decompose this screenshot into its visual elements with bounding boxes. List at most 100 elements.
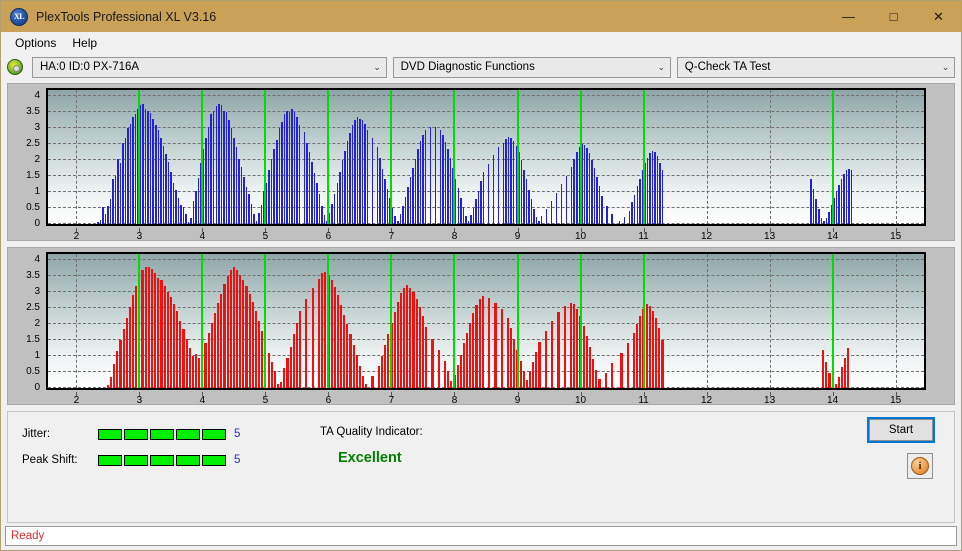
test-select[interactable]: Q-Check TA Test ⌄ bbox=[676, 56, 955, 78]
chart-bar bbox=[544, 331, 547, 388]
grid-line-horizontal bbox=[48, 95, 924, 97]
chart-bar bbox=[606, 205, 608, 224]
y-axis-tick-label: 3.5 bbox=[26, 106, 40, 118]
chart-bar bbox=[289, 346, 292, 388]
chart-bar bbox=[466, 333, 469, 388]
chart-bar bbox=[142, 104, 144, 224]
chart-bar bbox=[239, 274, 242, 388]
x-axis-tick bbox=[328, 228, 330, 232]
x-axis-tick bbox=[328, 392, 330, 396]
track-marker-line bbox=[453, 254, 456, 388]
chart-bar bbox=[116, 351, 119, 388]
disc-icon bbox=[7, 59, 23, 75]
meter-segment bbox=[124, 428, 148, 440]
x-axis-tick bbox=[832, 228, 834, 232]
chart-bar bbox=[339, 172, 341, 224]
chart-bar bbox=[207, 333, 210, 388]
grid-line-vertical bbox=[76, 90, 78, 224]
chart-bar bbox=[555, 192, 558, 224]
chart-bar bbox=[475, 305, 478, 388]
selector-toolbar: HA:0 ID:0 PX-716A ⌄ DVD Diagnostic Funct… bbox=[1, 54, 961, 80]
track-marker-line bbox=[138, 90, 141, 224]
jitter-chart-plot[interactable] bbox=[46, 88, 926, 226]
chart-bar bbox=[810, 179, 812, 224]
chart-bar bbox=[417, 149, 419, 224]
grid-line-horizontal bbox=[48, 143, 924, 145]
meter-segment bbox=[176, 454, 200, 466]
chart-bar bbox=[157, 277, 160, 388]
chart-bar bbox=[418, 306, 421, 388]
track-marker-line bbox=[138, 254, 141, 388]
chart-bar bbox=[399, 292, 402, 388]
peak-shift-value: 5 bbox=[234, 454, 241, 466]
chart-bar bbox=[149, 112, 152, 224]
peak-shift-chart-plot[interactable] bbox=[46, 252, 926, 390]
chart-bar bbox=[160, 279, 163, 388]
y-axis-tick-label: 4 bbox=[34, 254, 40, 266]
track-marker-line bbox=[831, 90, 834, 224]
chart-bar bbox=[472, 208, 475, 224]
chart-bar bbox=[313, 172, 316, 224]
chart-bar bbox=[333, 286, 336, 388]
y-axis-tick-label: 2 bbox=[34, 154, 40, 166]
chart-bar bbox=[384, 179, 386, 224]
chart-bar bbox=[261, 330, 264, 388]
chart-bar bbox=[414, 158, 417, 224]
chart-bar bbox=[152, 118, 154, 224]
chart-bar bbox=[525, 179, 528, 224]
chart-bar bbox=[467, 220, 470, 224]
chart-bar bbox=[185, 338, 188, 388]
chart-bar bbox=[412, 168, 414, 224]
chart-bar bbox=[215, 105, 218, 224]
chart-bar bbox=[645, 304, 648, 388]
x-axis-tick bbox=[265, 392, 267, 396]
x-axis-tick-label: 4 bbox=[199, 395, 206, 406]
chart-bar bbox=[192, 201, 195, 224]
chart-bar bbox=[117, 158, 119, 224]
chart-bar bbox=[243, 176, 245, 224]
chart-bar bbox=[460, 197, 462, 224]
menu-item-help[interactable]: Help bbox=[64, 34, 105, 52]
grid-line-horizontal bbox=[48, 307, 924, 309]
chart-bar bbox=[358, 365, 362, 388]
chart-bar bbox=[820, 217, 823, 224]
chart-bar bbox=[396, 301, 399, 388]
function-select[interactable]: DVD Diagnostic Functions ⌄ bbox=[392, 56, 671, 78]
x-axis-tick bbox=[76, 392, 78, 396]
chart-bar bbox=[439, 129, 442, 224]
chart-bar bbox=[250, 204, 253, 224]
chart-bar bbox=[823, 221, 825, 224]
info-button[interactable]: i bbox=[907, 453, 933, 479]
x-axis-tick bbox=[265, 228, 267, 232]
chart-bar bbox=[150, 269, 154, 388]
x-axis-tick-label: 15 bbox=[890, 395, 902, 406]
chart-bar bbox=[623, 216, 626, 224]
grid-line-horizontal bbox=[48, 275, 924, 277]
chart-bar bbox=[240, 167, 243, 224]
grid-line-vertical bbox=[895, 254, 897, 388]
track-marker-line bbox=[516, 90, 519, 224]
chart-bar bbox=[175, 189, 177, 224]
drive-select[interactable]: HA:0 ID:0 PX-716A ⌄ bbox=[32, 56, 387, 78]
minimize-button[interactable]: — bbox=[826, 1, 871, 32]
grid-line-horizontal bbox=[48, 159, 924, 161]
chart-bar bbox=[346, 324, 349, 388]
chart-bar bbox=[394, 216, 396, 224]
chart-bar bbox=[402, 206, 404, 224]
chart-bar bbox=[519, 360, 522, 388]
track-marker-line bbox=[516, 254, 519, 388]
chart-bar bbox=[232, 267, 235, 388]
close-button[interactable]: ✕ bbox=[916, 1, 961, 32]
jitter-chart-panel: 0 0.5 1 1.5 2 2.5 3 3.5 4 2 3 4 5 6 7 8 9 10 11 12 13 14 15 bbox=[7, 83, 955, 242]
menu-item-options[interactable]: Options bbox=[7, 34, 64, 52]
peak-shift-chart-panel: 0 0.5 1 1.5 2 2.5 3 3.5 4 2 3 4 5 6 7 8 9 10 11 12 13 14 15 bbox=[7, 247, 955, 406]
chart-bar bbox=[155, 125, 157, 224]
x-axis-tick-label: 11 bbox=[638, 395, 649, 406]
chart-bar bbox=[469, 322, 472, 388]
chart-bar bbox=[349, 334, 352, 388]
y-axis-tick-label: 2 bbox=[34, 318, 40, 330]
maximize-button[interactable]: □ bbox=[871, 1, 916, 32]
y-axis-tick-label: 3.5 bbox=[26, 270, 40, 282]
start-button[interactable]: Start bbox=[867, 417, 935, 443]
y-axis-tick-label: 1 bbox=[34, 186, 40, 198]
